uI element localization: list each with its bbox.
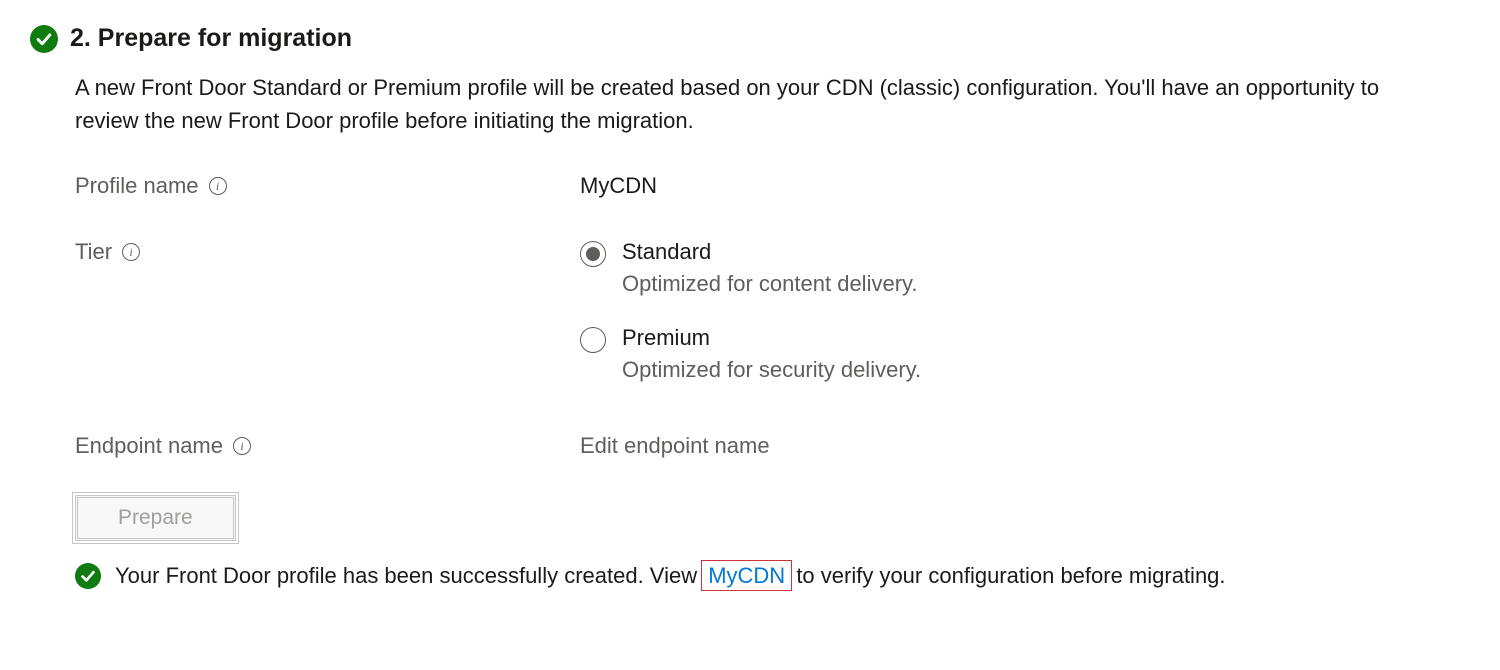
- step-header: 2. Prepare for migration: [30, 24, 1470, 53]
- form-section: Profile name i MyCDN Tier i Standard Opt…: [75, 173, 1470, 459]
- checkmark-circle-icon: [30, 25, 58, 53]
- info-icon[interactable]: i: [122, 243, 140, 261]
- status-post: to verify your configuration before migr…: [790, 563, 1225, 588]
- tier-row: Tier i Standard Optimized for content de…: [75, 239, 1470, 383]
- endpoint-label-text: Endpoint name: [75, 433, 223, 459]
- status-text: Your Front Door profile has been success…: [115, 563, 1226, 589]
- profile-name-row: Profile name i MyCDN: [75, 173, 1470, 199]
- endpoint-row: Endpoint name i Edit endpoint name: [75, 433, 1470, 459]
- tier-premium-label: Premium: [622, 325, 921, 351]
- step-description: A new Front Door Standard or Premium pro…: [75, 71, 1435, 137]
- radio-selected-icon: [580, 241, 606, 267]
- status-pre: Your Front Door profile has been success…: [115, 563, 703, 588]
- tier-radio-group: Standard Optimized for content delivery.…: [580, 239, 1470, 383]
- profile-name-value: MyCDN: [580, 173, 1470, 199]
- tier-premium-sub: Optimized for security delivery.: [622, 357, 921, 383]
- tier-label: Tier i: [75, 239, 580, 265]
- endpoint-value[interactable]: Edit endpoint name: [580, 433, 1470, 459]
- profile-name-label: Profile name i: [75, 173, 580, 199]
- tier-premium-text: Premium Optimized for security delivery.: [622, 325, 921, 383]
- tier-standard-label: Standard: [622, 239, 918, 265]
- tier-value: Standard Optimized for content delivery.…: [580, 239, 1470, 383]
- info-icon[interactable]: i: [209, 177, 227, 195]
- prepare-button[interactable]: Prepare: [75, 495, 236, 541]
- tier-premium-option[interactable]: Premium Optimized for security delivery.: [580, 325, 1470, 383]
- checkmark-circle-icon: [75, 563, 101, 589]
- tier-standard-option[interactable]: Standard Optimized for content delivery.: [580, 239, 1470, 297]
- profile-name-label-text: Profile name: [75, 173, 199, 199]
- tier-label-text: Tier: [75, 239, 112, 265]
- info-icon[interactable]: i: [233, 437, 251, 455]
- radio-unselected-icon: [580, 327, 606, 353]
- status-row: Your Front Door profile has been success…: [75, 563, 1470, 589]
- status-link[interactable]: MyCDN: [701, 560, 792, 591]
- step-title: 2. Prepare for migration: [70, 24, 352, 53]
- tier-standard-sub: Optimized for content delivery.: [622, 271, 918, 297]
- endpoint-label: Endpoint name i: [75, 433, 580, 459]
- tier-standard-text: Standard Optimized for content delivery.: [622, 239, 918, 297]
